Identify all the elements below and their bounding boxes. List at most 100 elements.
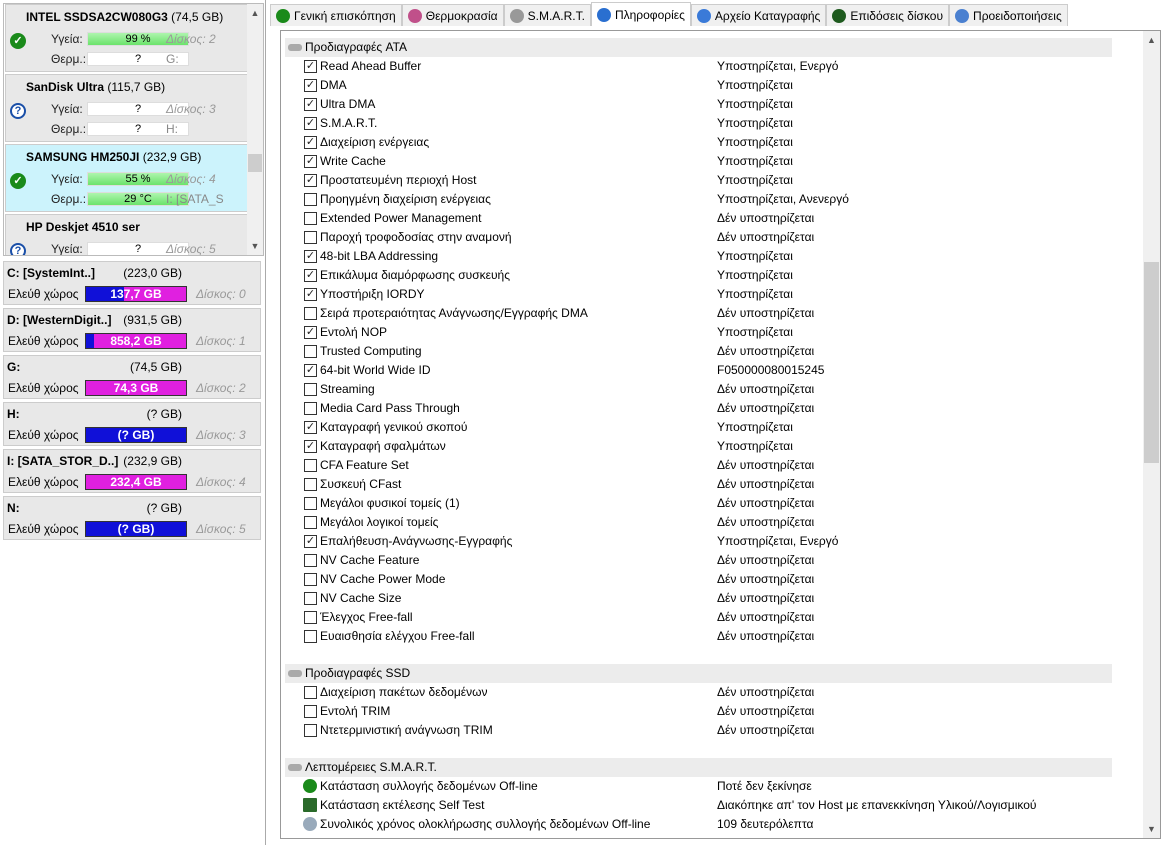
feature-value: Δέν υποστηρίζεται [717, 211, 815, 225]
tab-info[interactable]: Πληροφορίες [590, 2, 691, 26]
tab-speedometer[interactable]: Επιδόσεις δίσκου [826, 4, 950, 26]
free-space-label: Ελεύθ χώρος [8, 381, 79, 395]
volume-name: G: [7, 360, 21, 374]
disk-card[interactable]: SAMSUNG HM250JI (232,9 GB) ✓ Υγεία: 55 % Δίσ… [5, 144, 248, 212]
feature-checkbox[interactable]: ✓ [304, 288, 317, 301]
feature-checkbox[interactable] [304, 402, 317, 415]
feature-value: Δέν υποστηρίζεται [717, 515, 815, 529]
feature-name: DMA [320, 78, 347, 92]
drive-letter: H: [166, 122, 178, 136]
disk-number: Δίσκος: 1 [196, 334, 246, 348]
feature-name: CFA Feature Set [320, 458, 409, 472]
speedometer-icon [832, 8, 847, 23]
feature-value: Υποστηρίζεται, Ανενεργό [717, 192, 849, 206]
feature-checkbox[interactable] [304, 611, 317, 624]
feature-checkbox[interactable] [304, 345, 317, 358]
free-space-value: 858,2 GB [110, 334, 162, 348]
feature-checkbox[interactable] [304, 724, 317, 737]
feature-checkbox[interactable]: ✓ [304, 136, 317, 149]
disk-size: (74,5 GB) [171, 10, 224, 24]
feature-checkbox[interactable] [304, 573, 317, 586]
feature-name: NV Cache Feature [320, 553, 420, 567]
disk-number: Δίσκος: 2 [166, 32, 216, 46]
feature-checkbox[interactable]: ✓ [304, 440, 317, 453]
feature-checkbox[interactable]: ✓ [304, 79, 317, 92]
disk-size: (232,9 GB) [142, 150, 202, 164]
disk-card[interactable]: SanDisk Ultra (115,7 GB)? Υγεία:? Δίσκος: … [5, 74, 248, 142]
tab-drive[interactable]: S.M.A.R.T. [503, 4, 591, 26]
scroll-down-icon[interactable]: ▼ [1143, 824, 1160, 834]
feature-checkbox[interactable]: ✓ [304, 155, 317, 168]
feature-checkbox[interactable]: ✓ [304, 535, 317, 548]
feature-name: Εντολή NOP [320, 325, 388, 339]
feature-checkbox[interactable] [304, 478, 317, 491]
list-item: NV Cache Feature Δέν υποστηρίζεται [281, 551, 1133, 570]
feature-checkbox[interactable]: ✓ [304, 174, 317, 187]
disk-card[interactable]: INTEL SSDSA2CW080G3 (74,5 GB) ✓ Υγεία: 99 %… [5, 4, 248, 72]
question-circle-icon: ? [10, 243, 26, 255]
scroll-up-icon[interactable]: ▲ [247, 8, 263, 18]
disk-card[interactable]: HP Deskjet 4510 ser ? Υγεία:? Δίσκος: 5 [5, 214, 248, 255]
free-space-bar: 137,7 GB [85, 286, 187, 302]
scroll-thumb[interactable] [1144, 262, 1159, 463]
feature-checkbox[interactable]: ✓ [304, 364, 317, 377]
volume-card[interactable]: H: (? GB) Ελεύθ χώρος (? GB) Δίσκος: 3 [3, 402, 261, 446]
tab-label: Επιδόσεις δίσκου [850, 8, 944, 23]
tab-thermometer[interactable]: Θερμοκρασία [401, 4, 504, 26]
list-item: ✓ Εντολή NOP Υποστηρίζεται [281, 323, 1133, 342]
feature-checkbox[interactable] [304, 383, 317, 396]
check-circle-icon [276, 8, 290, 23]
list-item: NV Cache Size Δέν υποστηρίζεται [281, 589, 1133, 608]
feature-checkbox[interactable] [304, 592, 317, 605]
feature-checkbox[interactable] [304, 212, 317, 225]
feature-checkbox[interactable]: ✓ [304, 117, 317, 130]
disk-name: HP Deskjet 4510 ser [26, 220, 140, 234]
volume-card[interactable]: C: [SystemInt..] (223,0 GB) Ελεύθ χώρος 137… [3, 261, 261, 305]
volume-name: D: [WesternDigit..] [7, 313, 112, 327]
feature-checkbox[interactable]: ✓ [304, 60, 317, 73]
feature-name: Streaming [320, 382, 375, 396]
feature-checkbox[interactable] [304, 459, 317, 472]
feature-checkbox[interactable] [304, 193, 317, 206]
feature-checkbox[interactable]: ✓ [304, 269, 317, 282]
feature-name: Media Card Pass Through [320, 401, 460, 415]
tab-pages[interactable]: Προειδοποιήσεις [949, 4, 1068, 26]
feature-checkbox[interactable] [304, 231, 317, 244]
drive-icon [288, 764, 302, 771]
feature-checkbox[interactable] [304, 516, 317, 529]
feature-checkbox[interactable] [304, 686, 317, 699]
scrollbar[interactable]: ▲ ▼ [1143, 31, 1160, 838]
feature-name: Εντολή TRIM [320, 704, 391, 718]
feature-checkbox[interactable]: ✓ [304, 98, 317, 111]
volume-card[interactable]: N: (? GB) Ελεύθ χώρος (? GB) Δίσκος: 5 [3, 496, 261, 540]
tab-check-circle[interactable]: Γενική επισκόπηση [270, 4, 402, 26]
feature-checkbox[interactable] [304, 497, 317, 510]
volume-card[interactable]: I: [SATA_STOR_D..] (232,9 GB) Ελεύθ χώρος 2… [3, 449, 261, 493]
section-header: Προδιαγραφές SSD [285, 664, 1112, 683]
scroll-down-icon[interactable]: ▼ [247, 241, 263, 251]
feature-value: Υποστηρίζεται [717, 268, 793, 282]
feature-checkbox[interactable] [304, 307, 317, 320]
feature-checkbox[interactable] [304, 705, 317, 718]
volume-card[interactable]: D: [WesternDigit..] (931,5 GB) Ελεύθ χώρος… [3, 308, 261, 352]
volume-size: (74,5 GB) [129, 360, 182, 374]
section-title: Προδιαγραφές ATA [305, 40, 408, 54]
disk-number: Δίσκος: 4 [166, 172, 216, 186]
disk-model: INTEL SSDSA2CW080G3 [26, 10, 168, 24]
scroll-thumb[interactable] [248, 154, 262, 172]
feature-checkbox[interactable] [304, 554, 317, 567]
volume-name: C: [SystemInt..] [7, 266, 96, 280]
disk-list-scrollbar[interactable]: ▲ ▼ [247, 4, 263, 255]
feature-value: Υποστηρίζεται [717, 420, 793, 434]
feature-checkbox[interactable]: ✓ [304, 250, 317, 263]
volume-card[interactable]: G: (74,5 GB) Ελεύθ χώρος 74,3 GB Δίσκος: 2 [3, 355, 261, 399]
feature-checkbox[interactable]: ✓ [304, 421, 317, 434]
volume-size: (232,9 GB) [123, 454, 182, 468]
tab-document[interactable]: Αρχείο Καταγραφής [690, 4, 827, 26]
feature-value: Υποστηρίζεται [717, 439, 793, 453]
feature-checkbox[interactable] [304, 630, 317, 643]
feature-name: Read Ahead Buffer [320, 59, 422, 73]
feature-checkbox[interactable]: ✓ [304, 326, 317, 339]
scroll-up-icon[interactable]: ▲ [1143, 35, 1160, 45]
feature-name: NV Cache Power Mode [320, 572, 446, 586]
